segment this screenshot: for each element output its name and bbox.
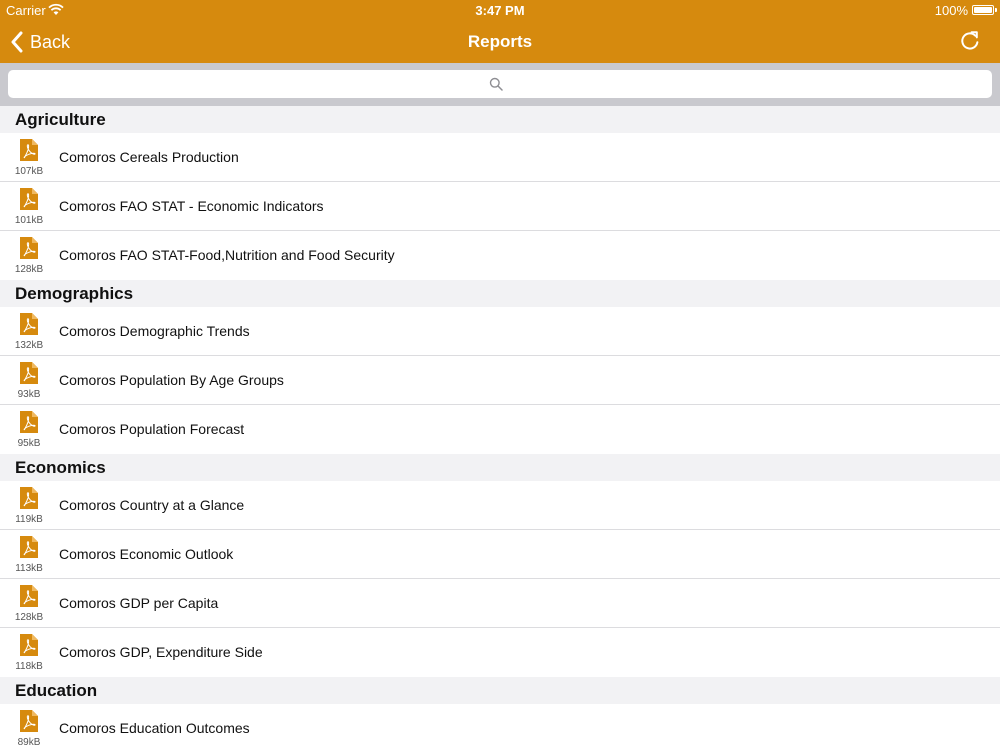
section-header: Demographics xyxy=(0,280,1000,307)
file-size-label: 113kB xyxy=(15,563,43,574)
report-title: Comoros GDP, Expenditure Side xyxy=(59,644,263,660)
report-row[interactable]: 132kB Comoros Demographic Trends xyxy=(0,307,1000,356)
report-title: Comoros Economic Outlook xyxy=(59,546,234,562)
file-size-label: 93kB xyxy=(17,389,41,400)
pdf-file-icon xyxy=(20,585,38,607)
section-header: Economics xyxy=(0,454,1000,481)
file-size-label: 132kB xyxy=(14,340,44,351)
search-input[interactable] xyxy=(8,70,992,98)
report-row[interactable]: 113kB Comoros Economic Outlook xyxy=(0,530,1000,579)
report-row[interactable]: 107kB Comoros Cereals Production xyxy=(0,133,1000,182)
pdf-file-icon xyxy=(20,237,38,259)
report-title: Comoros Demographic Trends xyxy=(59,323,250,339)
report-title: Comoros Population Forecast xyxy=(59,421,245,437)
status-bar: Carrier 3:47 PM 100% xyxy=(0,0,1000,20)
file-size-label: 119kB xyxy=(15,514,43,525)
report-row[interactable]: 118kB Comoros GDP, Expenditure Side xyxy=(0,628,1000,677)
pdf-file-icon xyxy=(20,188,38,210)
report-title: Comoros Population By Age Groups xyxy=(59,372,284,388)
pdf-file-icon xyxy=(20,362,38,384)
file-size-label: 107kB xyxy=(14,166,44,177)
clock: 3:47 PM xyxy=(475,3,525,18)
battery-percentage: 100% xyxy=(934,3,968,18)
file-size-label: 95kB xyxy=(17,438,41,449)
pdf-file-icon xyxy=(20,139,38,161)
file-size-label: 128kB xyxy=(14,612,44,623)
navigation-bar: Carrier 3:47 PM 100% Back Reports xyxy=(0,0,1000,63)
pdf-file-icon xyxy=(20,313,38,335)
report-title: Comoros Education Outcomes xyxy=(59,720,250,736)
report-row[interactable]: 119kB Comoros Country at a Glance xyxy=(0,481,1000,530)
file-size-label: 101kB xyxy=(14,215,44,226)
pdf-file-icon xyxy=(20,634,38,656)
report-row[interactable]: 93kB Comoros Population By Age Groups xyxy=(0,356,1000,405)
report-title: Comoros GDP per Capita xyxy=(59,595,219,611)
reports-list: Agriculture 107kB Comoros Cereals Producti… xyxy=(0,106,1000,750)
report-row[interactable]: 89kB Comoros Education Outcomes xyxy=(0,704,1000,750)
report-title: Comoros Cereals Production xyxy=(59,149,239,165)
refresh-icon[interactable] xyxy=(958,29,982,53)
section-header: Education xyxy=(0,677,1000,704)
report-title: Comoros FAO STAT - Economic Indicators xyxy=(59,198,324,214)
pdf-file-icon xyxy=(20,487,38,509)
file-size-label: 118kB xyxy=(15,661,43,672)
report-row[interactable]: 101kB Comoros FAO STAT - Economic Indicat… xyxy=(0,182,1000,231)
section-header: Agriculture xyxy=(0,106,1000,133)
report-row[interactable]: 128kB Comoros GDP per Capita xyxy=(0,579,1000,628)
file-size-label: 128kB xyxy=(14,264,44,275)
report-title: Comoros FAO STAT-Food,Nutrition and Food… xyxy=(59,247,395,263)
pdf-file-icon xyxy=(20,710,38,732)
page-title: Reports xyxy=(467,32,533,51)
search-bar xyxy=(0,63,1000,106)
battery-icon xyxy=(972,5,997,15)
report-title: Comoros Country at a Glance xyxy=(59,497,245,513)
pdf-file-icon xyxy=(20,411,38,433)
report-row[interactable]: 95kB Comoros Population Forecast xyxy=(0,405,1000,454)
file-size-label: 89kB xyxy=(17,737,41,748)
pdf-file-icon xyxy=(20,536,38,558)
report-row[interactable]: 128kB Comoros FAO STAT-Food,Nutrition and… xyxy=(0,231,1000,280)
